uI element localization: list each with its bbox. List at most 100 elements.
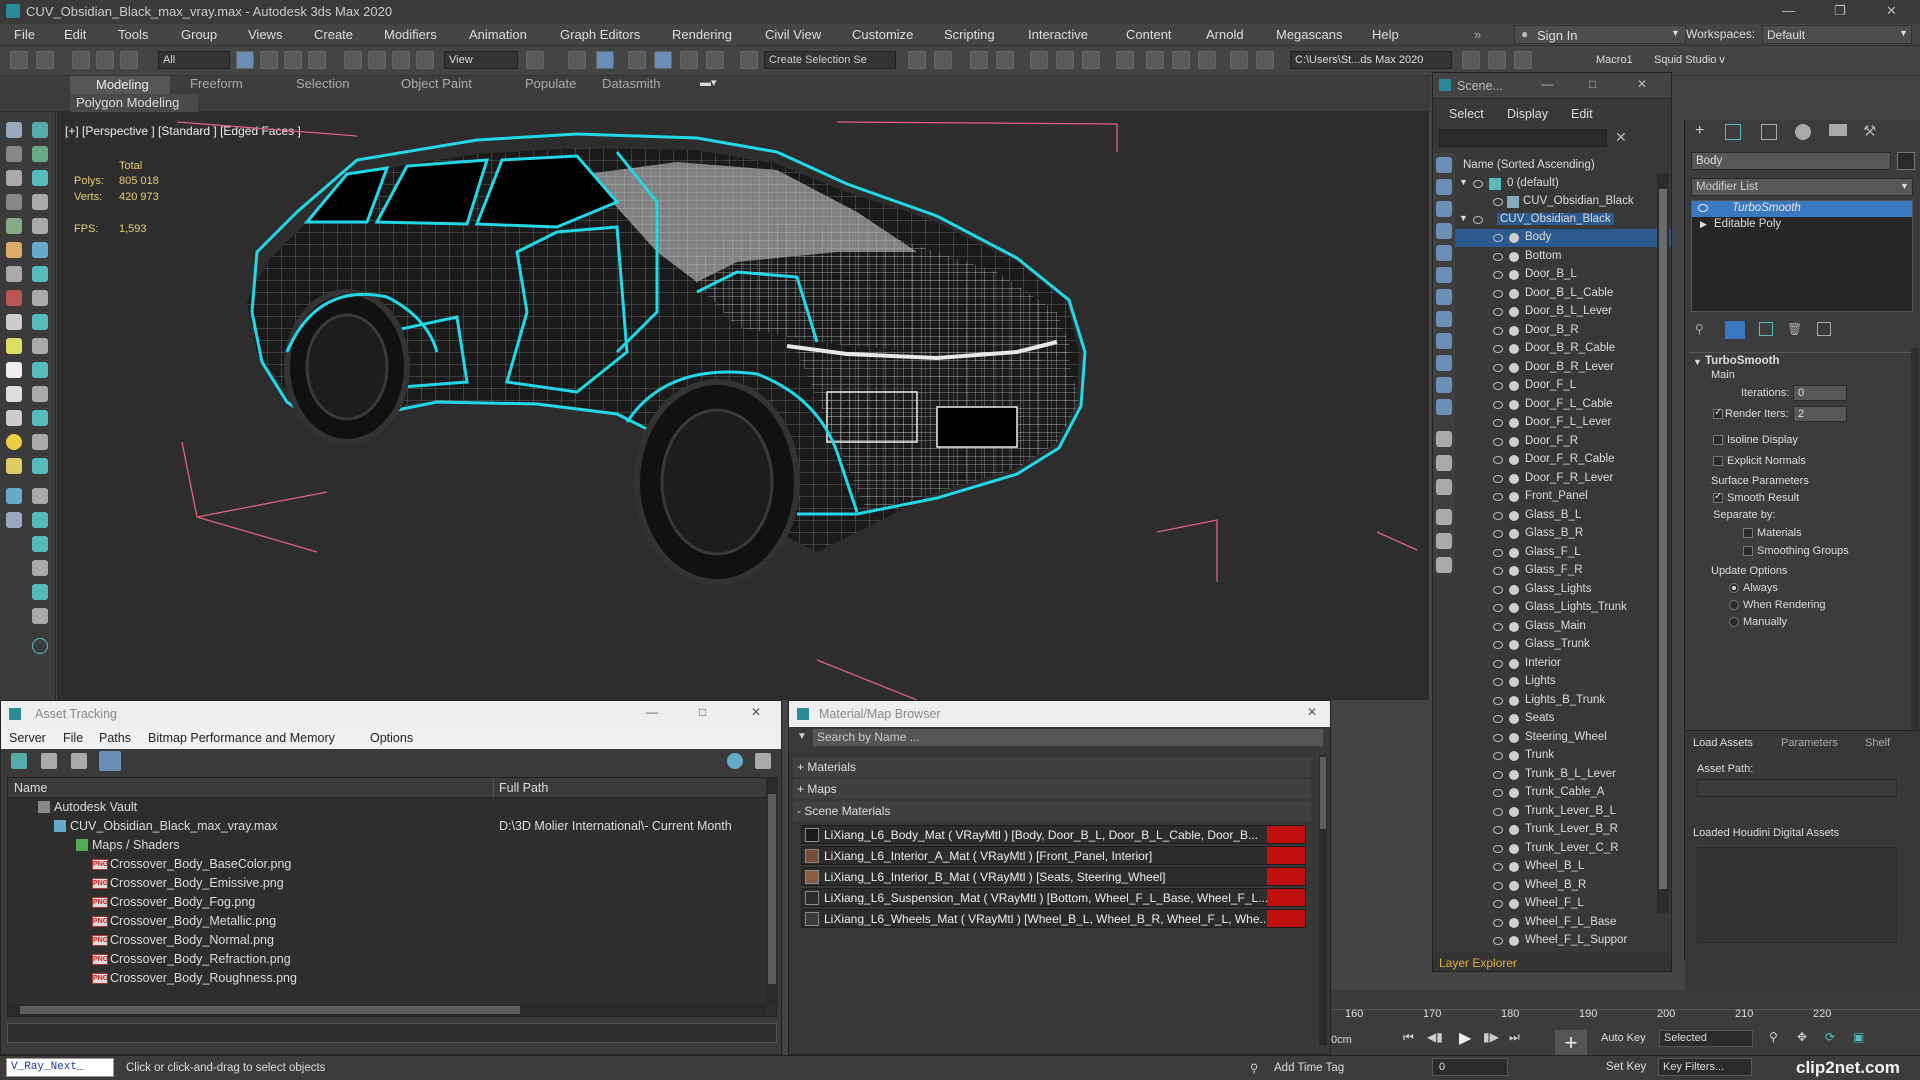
asset-menu-server[interactable]: Server (9, 731, 46, 745)
render-production-icon[interactable] (1198, 51, 1216, 69)
render-toggle-icon[interactable] (1509, 714, 1519, 724)
motion-tab-icon[interactable] (1795, 124, 1811, 140)
render-toggle-icon[interactable] (1509, 436, 1519, 447)
houdini-assets-list[interactable] (1697, 847, 1897, 943)
shelf-tab[interactable]: Shelf (1865, 737, 1890, 749)
group-row[interactable]: ▼ CUV_Obsidian_Black (1455, 211, 1671, 229)
minimize-icon[interactable]: — (1541, 77, 1553, 91)
scene-object-row[interactable]: Glass_Trunk (1455, 636, 1671, 654)
render-setup-icon[interactable] (1146, 51, 1164, 69)
filter-icon[interactable] (1436, 245, 1452, 261)
save-icon[interactable] (1488, 51, 1506, 69)
tool-icon[interactable] (6, 314, 22, 330)
rotate-icon[interactable] (368, 51, 386, 69)
scene-object-row[interactable]: Trunk_Lever_B_R (1455, 821, 1671, 839)
eye-icon[interactable] (1493, 271, 1503, 279)
menu-help[interactable]: Help (1372, 27, 1399, 42)
remove-modifier-icon[interactable]: 🗑 (1787, 322, 1802, 336)
eye-icon[interactable] (1493, 382, 1503, 390)
render-toggle-icon[interactable] (1509, 473, 1519, 484)
scene-search-input[interactable] (1439, 129, 1607, 147)
eye-icon[interactable] (1493, 567, 1503, 575)
scene-object-row[interactable]: Glass_B_R (1455, 525, 1671, 543)
maxscript-listener-field[interactable]: V_Ray_Next_ (6, 1058, 114, 1077)
render-toggle-icon[interactable] (1509, 344, 1519, 354)
table-row[interactable]: PNG Crossover_Body_Refraction.png (8, 950, 760, 969)
scene-object-row[interactable]: Glass_F_L (1455, 544, 1671, 562)
scene-object-row[interactable]: Wheel_F_L_Base (1455, 914, 1671, 932)
eye-icon[interactable] (1493, 937, 1503, 945)
table-row[interactable]: Maps / Shaders (8, 836, 760, 855)
tool-icon[interactable] (6, 290, 22, 306)
filter-icon[interactable] (1436, 311, 1452, 327)
squid-studio-button[interactable]: Squid Studio v (1654, 54, 1725, 66)
tool-icon[interactable] (32, 146, 48, 162)
eye-icon[interactable] (1493, 456, 1503, 464)
scene-object-row[interactable]: Door_B_L (1455, 266, 1671, 284)
eye-icon[interactable] (1493, 918, 1503, 927)
render-toggle-icon[interactable] (1509, 936, 1519, 946)
column-divider[interactable] (493, 778, 494, 798)
menu-scripting[interactable]: Scripting (944, 27, 995, 42)
eye-icon[interactable] (1493, 863, 1503, 871)
scene-object-row[interactable]: Trunk_B_L_Lever (1455, 766, 1671, 784)
scene-object-row[interactable]: Wheel_B_R (1455, 877, 1671, 895)
scene-object-row[interactable]: Trunk_Lever_C_R (1455, 840, 1671, 858)
table-row[interactable]: PNG Crossover_Body_Emissive.png (8, 874, 760, 893)
scene-object-row[interactable]: Front_Panel (1455, 488, 1671, 506)
render-iters-spinner[interactable]: 2 (1793, 406, 1847, 422)
search-options-icon[interactable]: ▼ (797, 731, 807, 742)
tool-icon[interactable] (32, 338, 48, 354)
eye-icon[interactable] (1493, 234, 1503, 242)
menu-interactive[interactable]: Interactive (1028, 27, 1088, 42)
tool-icon[interactable] (32, 410, 48, 426)
table-row[interactable]: PNG Crossover_Body_Fog.png (8, 893, 760, 912)
select-manipulate-icon[interactable] (568, 51, 586, 69)
scene-object-row[interactable]: Wheel_B_L (1455, 858, 1671, 876)
eye-icon[interactable] (1493, 511, 1503, 520)
ribbon-tab-freeform[interactable]: Freeform (190, 76, 243, 91)
new-key-button[interactable]: + (1555, 1030, 1587, 1058)
render-toggle-icon[interactable] (1509, 843, 1519, 854)
zoom-icon[interactable]: ⚲ (1769, 1030, 1778, 1044)
scrollbar-thumb[interactable] (768, 794, 776, 984)
tool-icon[interactable] (6, 338, 22, 354)
expand-arrow-icon[interactable]: ▶ (1700, 219, 1707, 230)
filter-icon[interactable] (1436, 201, 1452, 217)
tool-icon[interactable] (32, 458, 48, 474)
menu-content[interactable]: Content (1126, 27, 1172, 42)
asset-menu-bitmap[interactable]: Bitmap Performance and Memory (148, 731, 335, 745)
tool-icon[interactable] (32, 314, 48, 330)
percent-snap-icon[interactable] (680, 51, 698, 69)
eye-icon[interactable] (1493, 419, 1503, 427)
angle-snap-icon[interactable] (654, 51, 672, 69)
hierarchy-tab-icon[interactable] (1761, 124, 1777, 140)
scene-object-row[interactable]: Door_F_R (1455, 433, 1671, 451)
scene-object-row[interactable]: Interior (1455, 655, 1671, 673)
minimize-icon[interactable]: — (646, 705, 658, 719)
eye-icon[interactable] (1493, 715, 1503, 723)
scene-menu-select[interactable]: Select (1449, 107, 1484, 121)
layer-row-default[interactable]: ▼ 0 (default) (1455, 175, 1671, 193)
tool-icon[interactable] (32, 242, 48, 258)
eye-icon[interactable] (1493, 733, 1503, 742)
maximize-icon[interactable]: ❐ (1834, 3, 1846, 19)
scene-object-row[interactable]: Door_F_L_Lever (1455, 414, 1671, 432)
tool-icon[interactable] (6, 488, 22, 504)
render-toggle-icon[interactable] (1509, 825, 1519, 835)
scene-object-row[interactable]: Door_F_R_Lever (1455, 470, 1671, 488)
tool-icon[interactable] (6, 266, 22, 282)
scene-menu-edit[interactable]: Edit (1571, 107, 1593, 121)
render-iters-checkbox[interactable] (1713, 407, 1723, 419)
table-view-icon[interactable] (71, 753, 87, 769)
window-crossing-icon[interactable] (308, 51, 326, 69)
scene-object-row[interactable]: Lights_B_Trunk (1455, 692, 1671, 710)
snaps-toggle-icon[interactable] (628, 51, 646, 69)
render-toggle-icon[interactable] (1509, 584, 1519, 595)
object-color-swatch[interactable] (1897, 152, 1915, 170)
eye-icon[interactable] (1493, 198, 1503, 206)
table-row[interactable]: PNG Crossover_Body_BaseColor.png (8, 855, 760, 874)
tool-icon[interactable] (32, 560, 48, 576)
render-toggle-icon[interactable] (1509, 547, 1519, 558)
tool-icon[interactable] (32, 434, 48, 450)
